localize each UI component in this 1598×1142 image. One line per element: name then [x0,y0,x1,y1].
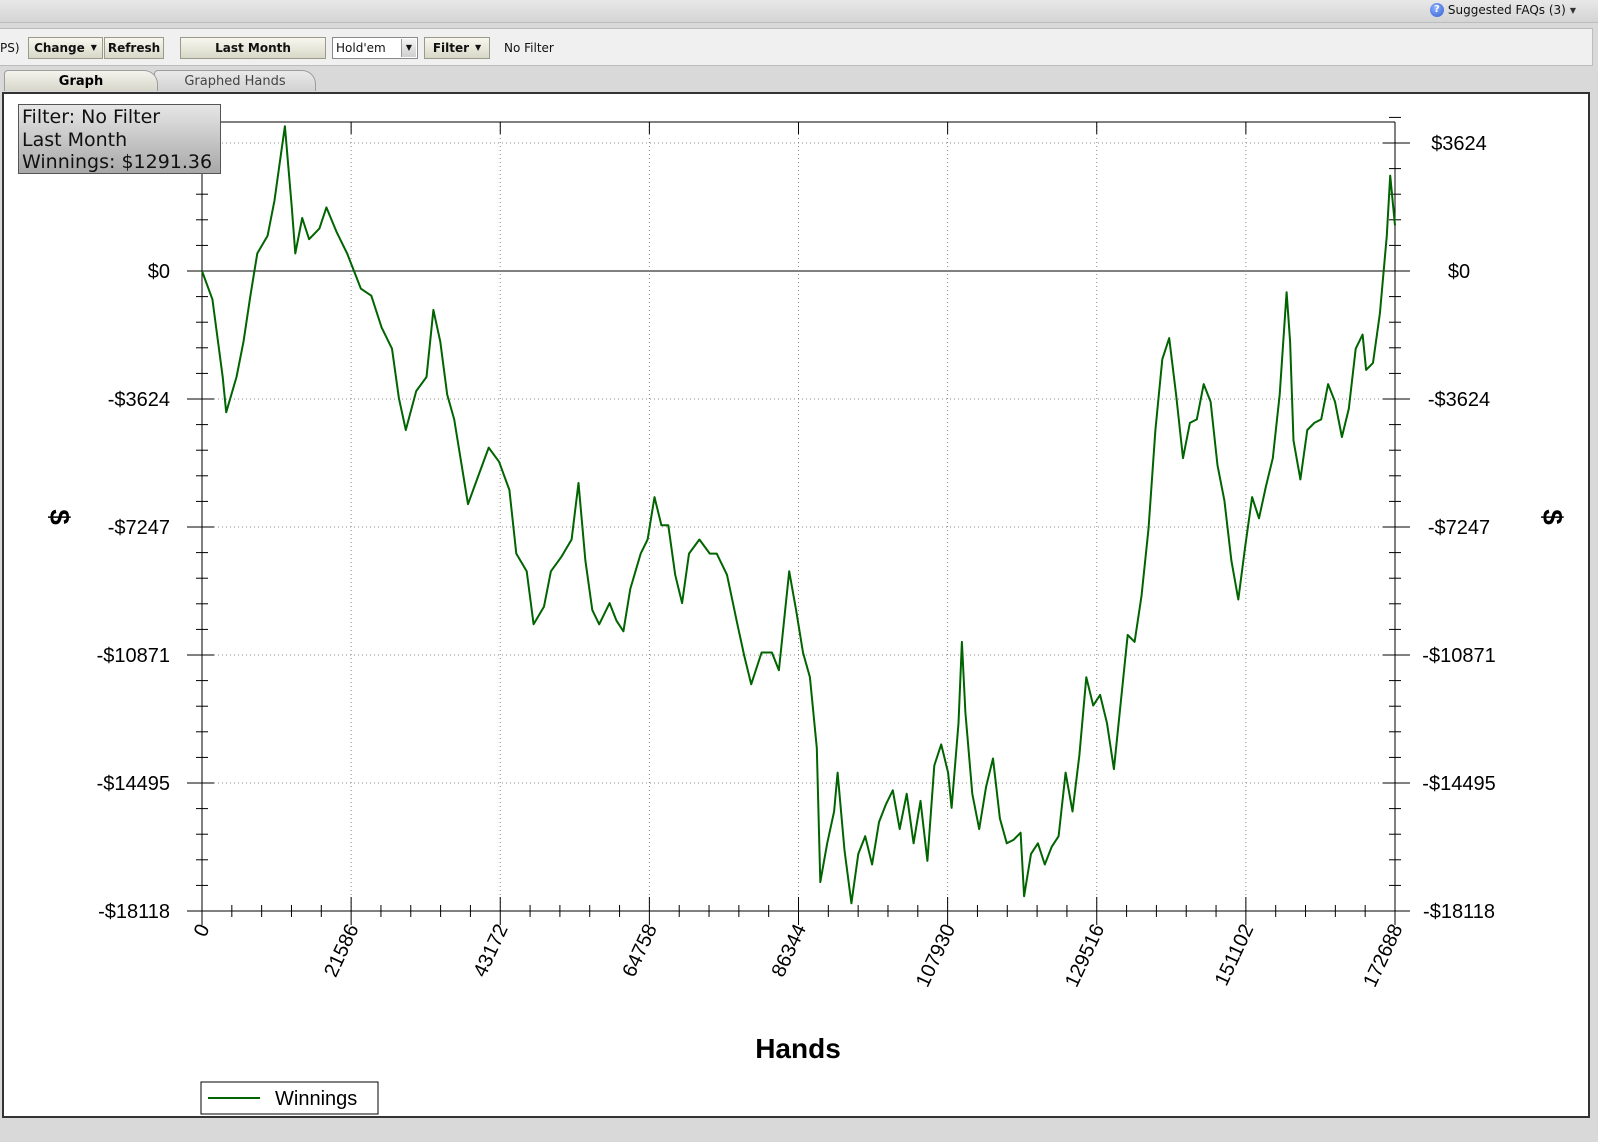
y-axis-title-left: $ [44,509,75,525]
x-tick-label: 43172 [469,921,512,981]
chart-labels: $3624$3624$0$0-$3624-$3624-$7247-$7247-$… [44,133,1568,1064]
info-filter-line: Filter: No Filter [22,106,161,128]
y-tick-label-right: -$3624 [1428,389,1490,411]
y-tick-label-right: $0 [1448,261,1470,283]
y-tick-label-left: -$14495 [97,773,170,795]
info-period-line: Last Month [22,128,128,151]
y-tick-label-right: $3624 [1431,133,1487,155]
x-tick-label: 151102 [1211,921,1259,989]
legend-label-winnings: Winnings [275,1088,357,1110]
x-tick-label: 64758 [618,921,661,981]
y-tick-label-right: -$14495 [1422,773,1495,795]
y-tick-label-left: -$3624 [108,389,170,411]
winnings-chart: $3624$3624$0$0-$3624-$3624-$7247-$7247-$… [44,116,1568,1115]
x-axis-title: Hands [755,1033,841,1064]
y-tick-label-right: -$18118 [1423,901,1495,923]
x-tick-label: 21586 [320,921,363,981]
y-axis-title-right: $ [1537,509,1568,525]
filter-info-box: Filter: No Filter Last Month Winnings: $… [18,104,221,174]
y-tick-label-right: -$10871 [1422,645,1495,667]
y-tick-label-left: -$7247 [108,517,170,539]
y-tick-label-left: -$18118 [98,901,170,923]
x-tick-label: 129516 [1061,921,1109,991]
x-tick-label: 86344 [768,921,811,981]
x-tick-label: 107930 [912,921,960,991]
y-tick-label-left: -$10871 [97,645,170,667]
y-tick-label-left: $0 [148,261,170,283]
chart-legend: Winnings [200,1081,379,1115]
info-winnings-line: Winnings: $1291.36 [22,151,213,173]
x-tick-label: 172688 [1359,921,1407,991]
y-tick-label-right: -$7247 [1428,517,1490,539]
